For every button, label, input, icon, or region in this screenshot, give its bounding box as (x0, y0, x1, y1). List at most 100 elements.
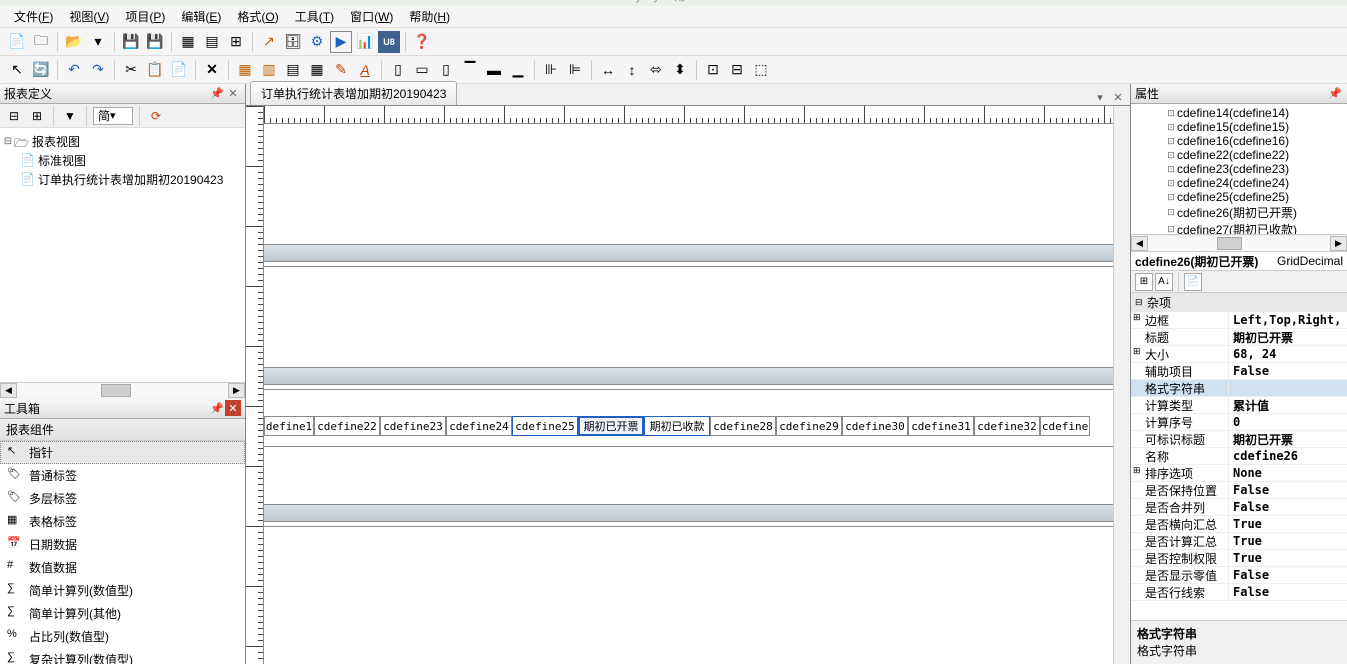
cut-icon[interactable]: ✂ (120, 59, 142, 81)
menu-t[interactable]: 工具(T) (287, 6, 342, 27)
menu-f[interactable]: 文件(F) (6, 6, 61, 27)
property-row[interactable]: ⊞边框Left,Top,Right, (1131, 312, 1347, 329)
layout4-icon[interactable]: ▦ (306, 59, 328, 81)
report-field-cell[interactable]: cdefine31 (908, 416, 974, 436)
save-all-icon[interactable]: 💾 (144, 31, 166, 53)
prop-pages-icon[interactable]: 📄 (1184, 273, 1202, 291)
redo-icon[interactable]: ↷ (87, 59, 109, 81)
designer-vscroll[interactable] (1113, 106, 1130, 664)
close-icon[interactable]: ✕ (225, 86, 241, 102)
config-icon[interactable]: ⚙ (306, 31, 328, 53)
report-field-cell[interactable]: cdefine24 (446, 416, 512, 436)
menu-e[interactable]: 编辑(E) (173, 6, 229, 27)
export-icon[interactable]: ↗ (258, 31, 280, 53)
align-top-icon[interactable]: ▔ (459, 59, 481, 81)
property-row[interactable]: 是否保持位置False (1131, 482, 1347, 499)
menu-p[interactable]: 项目(P) (117, 6, 173, 27)
same-w-icon[interactable]: ⬄ (645, 59, 667, 81)
prop-tree-item[interactable]: ⊡ cdefine14(cdefine14) (1133, 106, 1345, 120)
toolbox-item[interactable]: #数值数据 (0, 556, 245, 579)
prop-tree-item[interactable]: ⊡ cdefine24(cdefine24) (1133, 176, 1345, 190)
prop-tree-item[interactable]: ⊡ cdefine26(期初已开票) (1133, 204, 1345, 221)
toolbox-item[interactable]: 📅日期数据 (0, 533, 245, 556)
save-icon[interactable]: 💾 (120, 31, 142, 53)
align-right-icon[interactable]: ▯ (435, 59, 457, 81)
help-icon[interactable]: ❓ (411, 31, 433, 53)
report-field-cell[interactable]: 期初已开票 (578, 416, 644, 436)
select-all-icon[interactable]: ⬚ (750, 59, 772, 81)
edit-icon[interactable]: ✎ (330, 59, 352, 81)
tree-expand-icon[interactable]: ⊞ (27, 106, 47, 126)
property-row[interactable]: 是否合并列False (1131, 499, 1347, 516)
layout3-icon[interactable]: ▤ (282, 59, 304, 81)
dist-h-icon[interactable]: ↔ (597, 59, 619, 81)
font-icon[interactable]: A (354, 59, 376, 81)
layout1-icon[interactable]: ▦ (234, 59, 256, 81)
property-row[interactable]: 是否计算汇总True (1131, 533, 1347, 550)
open-icon[interactable]: 📂 (63, 31, 85, 53)
property-row[interactable]: 名称cdefine26 (1131, 448, 1347, 465)
toolbox-item[interactable]: ∑复杂计算列(数值型) (0, 648, 245, 664)
prop-categorized-icon[interactable]: ⊞ (1135, 273, 1153, 291)
close-icon[interactable]: ✕ (225, 400, 241, 416)
property-row[interactable]: 是否横向汇总True (1131, 516, 1347, 533)
grid-icon[interactable]: ▦ (177, 31, 199, 53)
align-center-icon[interactable]: ▭ (411, 59, 433, 81)
pin-icon[interactable]: 📌 (209, 86, 225, 102)
open-dropdown-icon[interactable]: ▾ (87, 31, 109, 53)
toolbox-item[interactable]: %占比列(数值型) (0, 625, 245, 648)
tree-hscroll[interactable]: ◀ ▶ (0, 382, 245, 399)
property-row[interactable]: 格式字符串 (1131, 380, 1347, 397)
report-field-cell[interactable]: cdefine29 (776, 416, 842, 436)
lang-combo[interactable]: 简 ▾ (93, 107, 133, 125)
group-icon[interactable]: ⊡ (702, 59, 724, 81)
refresh-icon[interactable]: 🔄 (30, 59, 52, 81)
db-icon[interactable]: 🗄 (282, 31, 304, 53)
layout2-icon[interactable]: ▥ (258, 59, 280, 81)
tree-collapse-icon[interactable]: ⊟ (4, 106, 24, 126)
toolbox-item[interactable]: 🏷多层标签 (0, 487, 245, 510)
document-tab[interactable]: 订单执行统计表增加期初20190423 (250, 81, 457, 105)
chart-icon[interactable]: 📊 (354, 31, 376, 53)
pin-icon[interactable]: 📌 (1327, 86, 1343, 102)
toolbox-item[interactable]: ↖指针 (0, 441, 245, 464)
property-row[interactable]: 辅助项目False (1131, 363, 1347, 380)
prop-tree-hscroll[interactable]: ◀ ▶ (1131, 234, 1347, 251)
grid-span-icon[interactable]: ⊫ (564, 59, 586, 81)
align-middle-icon[interactable]: ▬ (483, 59, 505, 81)
property-row[interactable]: 是否行线索False (1131, 584, 1347, 601)
prop-tree-item[interactable]: ⊡ cdefine23(cdefine23) (1133, 162, 1345, 176)
designer-canvas[interactable]: cdefine16cdefine22cdefine23cdefine24cdef… (264, 106, 1113, 664)
undo-icon[interactable]: ↶ (63, 59, 85, 81)
property-row[interactable]: ⊞大小68, 24 (1131, 346, 1347, 363)
ungroup-icon[interactable]: ⊟ (726, 59, 748, 81)
report-field-cell[interactable]: cdefine32 (974, 416, 1040, 436)
menu-w[interactable]: 窗口(W) (342, 6, 401, 27)
property-selector[interactable]: cdefine26(期初已开票) GridDecimal (1131, 251, 1347, 271)
tree-child[interactable]: 📄 订单执行统计表增加期初20190423 (2, 170, 243, 189)
new-file-icon[interactable]: 📄 (6, 31, 28, 53)
paste-icon[interactable]: 📄 (168, 59, 190, 81)
copy-icon[interactable]: 📋 (144, 59, 166, 81)
tree-filter-icon[interactable]: ▼ (60, 106, 80, 126)
tree-root[interactable]: ⊟ 🗁 报表视图 (2, 132, 243, 151)
toolbox-group-header[interactable]: 报表组件 (0, 419, 245, 441)
report-field-cell[interactable]: cdefine28 (710, 416, 776, 436)
menu-h[interactable]: 帮助(H) (401, 6, 458, 27)
tab-dropdown-icon[interactable]: ▾ (1092, 89, 1108, 105)
report-field-cell[interactable]: cdefine23 (380, 416, 446, 436)
menu-o[interactable]: 格式(O) (229, 6, 286, 27)
preview-icon[interactable]: ▶ (330, 31, 352, 53)
prop-tree-item[interactable]: ⊡ cdefine15(cdefine15) (1133, 120, 1345, 134)
report-field-cell[interactable]: cdefine25 (512, 416, 578, 436)
grid-gap-icon[interactable]: ⊪ (540, 59, 562, 81)
property-row[interactable]: 计算序号0 (1131, 414, 1347, 431)
menu-v[interactable]: 视图(V) (61, 6, 117, 27)
toolbox-item[interactable]: ▦表格标签 (0, 510, 245, 533)
prop-tree-item[interactable]: ⊡ cdefine27(期初已收款) (1133, 221, 1345, 234)
table-icon[interactable]: ⊞ (225, 31, 247, 53)
dist-v-icon[interactable]: ↕ (621, 59, 643, 81)
report-field-cell[interactable]: cdefine22 (314, 416, 380, 436)
property-row[interactable]: 是否显示零值False (1131, 567, 1347, 584)
report-field-cell[interactable]: cdefine (1040, 416, 1090, 436)
